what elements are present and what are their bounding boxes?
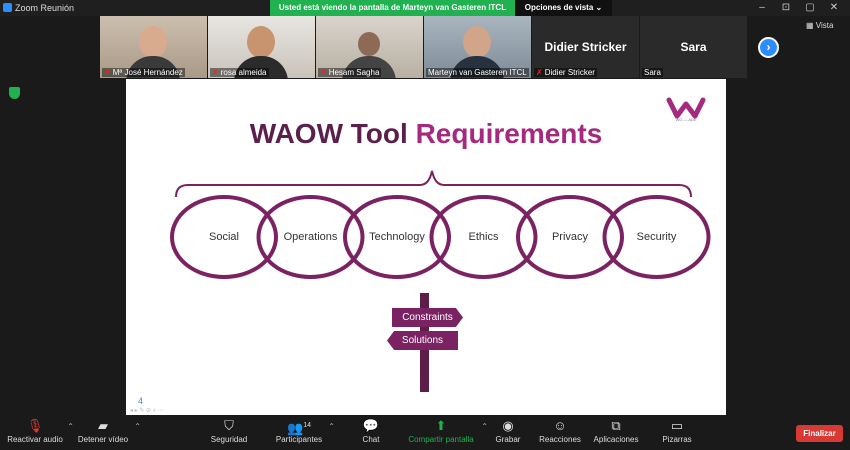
chevron-up-icon[interactable]: ⌃ <box>328 422 335 431</box>
fullscreen-button[interactable]: ⊡ <box>775 1 797 15</box>
share-screen-icon: ⬆ <box>435 418 447 433</box>
whiteboard-button[interactable]: ▭ Pizarras <box>660 417 694 450</box>
participant-tile[interactable]: ✗ Hesam Sagha <box>316 16 423 78</box>
next-page-button[interactable]: › <box>758 37 779 58</box>
ring-label-technology: Technology <box>369 231 425 243</box>
apps-button[interactable]: ⧉ Aplicaciones <box>592 417 640 450</box>
participant-name: ✗ Mª José Hernández <box>102 68 185 77</box>
meeting-toolbar: 🎙 Reactivar audio ⌃ ▰ Detener vídeo ⌃ ⛉ … <box>0 417 850 450</box>
constraints-sign: Constraints <box>392 308 463 327</box>
solutions-sign: Solutions <box>387 331 458 350</box>
chevron-right-icon: › <box>766 40 771 54</box>
maximize-button[interactable]: ▢ <box>799 1 821 15</box>
ring-label-ethics: Ethics <box>468 231 499 243</box>
participant-display-name: Sara <box>680 40 707 54</box>
stop-video-button[interactable]: ▰ Detener vídeo ⌃ <box>75 417 141 450</box>
participant-name: ✗ Hesam Sagha <box>318 68 382 77</box>
participant-tile[interactable]: ✗ rosa almeida <box>208 16 315 78</box>
chevron-up-icon[interactable]: ⌃ <box>134 422 141 431</box>
participant-name: Marteyn van Gasteren ITCL <box>426 68 529 77</box>
chat-button[interactable]: 💬 Chat <box>356 417 386 450</box>
chevron-up-icon[interactable]: ⌃ <box>481 422 488 431</box>
chat-bubble-icon: 💬 <box>362 418 380 433</box>
shared-slide: WO — ADE WAOW Tool Requirements Social Op… <box>126 79 726 415</box>
view-options-button[interactable]: Opciones de vista ⌄ <box>515 0 612 16</box>
ring-label-privacy: Privacy <box>551 231 589 243</box>
people-icon: 👥14 <box>287 420 311 436</box>
emoji-icon: ☺ <box>553 418 567 433</box>
mic-muted-icon: ✗ <box>536 68 543 77</box>
participant-tile-active-speaker[interactable]: Marteyn van Gasteren ITCL <box>424 16 531 78</box>
chevron-up-icon[interactable]: ⌃ <box>67 422 74 431</box>
ring-label-operations: Operations <box>283 231 338 243</box>
mic-muted-icon: ✗ <box>104 68 111 77</box>
video-camera-icon: ▰ <box>98 418 108 433</box>
minimize-button[interactable]: – <box>751 1 773 15</box>
end-meeting-button[interactable]: Finalizar <box>796 425 843 442</box>
screen-share-banner: Usted está viendo la pantalla de Marteyn… <box>270 0 515 16</box>
mic-off-icon: 🎙 <box>26 418 44 433</box>
record-button[interactable]: ◉ Grabar <box>492 417 524 450</box>
participant-display-name: Didier Stricker <box>544 40 627 54</box>
shield-icon: ⛉ <box>224 418 234 433</box>
participant-tile[interactable]: Didier Stricker ✗ Didier Stricker <box>532 16 639 78</box>
record-icon: ◉ <box>502 418 514 433</box>
participant-tile[interactable]: Sara Sara <box>640 16 747 78</box>
ring-label-security: Security <box>636 231 677 243</box>
participant-strip: ✗ Mª José Hernández ✗ rosa almeida ✗ Hesam … <box>100 16 750 78</box>
apps-icon: ⧉ <box>611 418 621 433</box>
slide-nav-tools[interactable]: ◂ ▸ ✎ ⊘ ⌕ ⋯ <box>130 407 164 415</box>
close-button[interactable]: ✕ <box>823 1 845 15</box>
reactions-button[interactable]: ☺ Reacciones <box>538 417 582 450</box>
whiteboard-icon: ▭ <box>670 418 684 433</box>
mic-muted-icon: ✗ <box>212 68 219 77</box>
mic-muted-icon: ✗ <box>320 68 327 77</box>
participant-tile[interactable]: ✗ Mª José Hernández <box>100 16 207 78</box>
bracket <box>175 170 692 198</box>
security-button[interactable]: ⛉ Seguridad <box>208 417 250 450</box>
grid-icon: ▦ <box>806 21 816 30</box>
unmute-button[interactable]: 🎙 Reactivar audio ⌃ <box>6 417 74 450</box>
share-screen-button[interactable]: ⬆ Compartir pantalla ⌃ <box>404 417 488 450</box>
view-toggle[interactable]: ▦ Vista <box>806 21 833 30</box>
encryption-shield-icon <box>9 87 20 99</box>
participants-button[interactable]: 👥14 Participantes ⌃ <box>273 417 335 450</box>
ring-label-social: Social <box>209 231 239 243</box>
participant-name: Sara <box>642 68 663 77</box>
slide-page-number: 4 <box>138 396 144 406</box>
window-title: Zoom Reunión <box>15 3 75 13</box>
participant-name: ✗ Didier Stricker <box>534 68 597 77</box>
participant-name: ✗ rosa almeida <box>210 68 269 77</box>
zoom-logo-icon <box>3 3 12 12</box>
